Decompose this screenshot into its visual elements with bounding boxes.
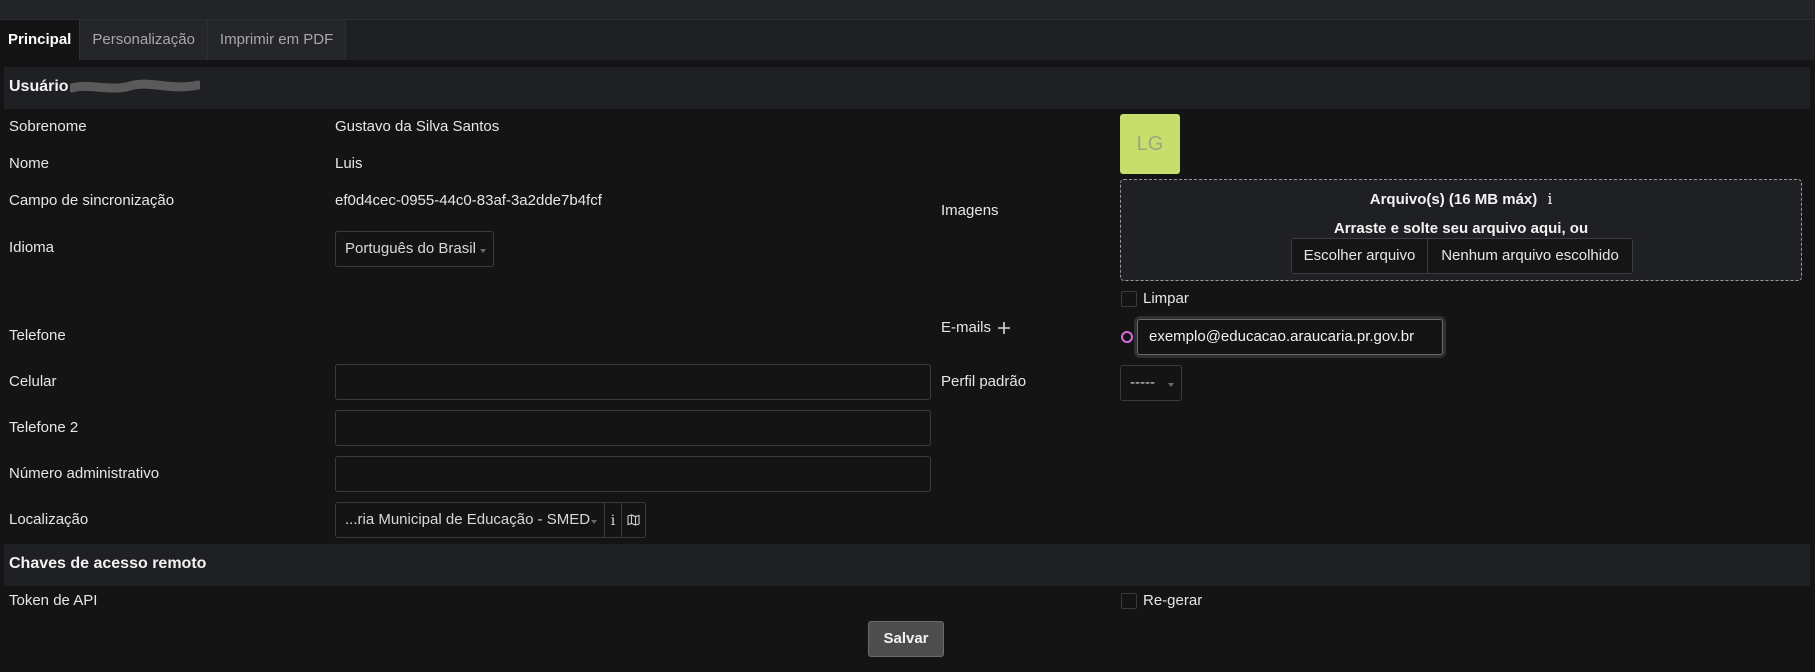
choose-file-button[interactable]: Escolher arquivo — [1291, 238, 1428, 274]
telefone2-input[interactable] — [335, 410, 931, 446]
localizacao-info-button[interactable]: i — [604, 502, 622, 538]
idioma-label: Idioma — [9, 239, 55, 256]
tab-principal[interactable]: Principal — [0, 20, 81, 60]
localizacao-map-button[interactable] — [621, 502, 646, 538]
celular-label: Celular — [9, 373, 57, 390]
no-file-chosen-text: Nenhum arquivo escolhido — [1427, 238, 1633, 274]
email-primary-radio[interactable] — [1121, 331, 1133, 343]
sobrenome-label: Sobrenome — [9, 118, 87, 135]
email-input[interactable]: exemplo@educacao.araucaria.pr.gov.br — [1137, 319, 1443, 355]
localizacao-label: Localização — [9, 511, 89, 528]
tab-personalizacao[interactable]: Personalização — [80, 20, 208, 60]
user-section-title: Usuário — [9, 78, 69, 95]
info-icon[interactable]: i — [1547, 190, 1552, 208]
dropzone-title-text: Arquivo(s) (16 MB máx) — [1369, 191, 1538, 208]
sync-label: Campo de sincronização — [9, 192, 175, 209]
numero-admin-input[interactable] — [335, 456, 931, 492]
regen-checkbox[interactable] — [1121, 593, 1137, 609]
top-bar — [0, 0, 1815, 20]
avatar: LG — [1120, 114, 1180, 174]
perfil-label: Perfil padrão — [941, 373, 1027, 390]
localizacao-select-value: ...ria Municipal de Educação - SMED — [345, 511, 591, 528]
chevron-down-icon — [591, 520, 597, 524]
file-dropzone[interactable]: Arquivo(s) (16 MB máx) i Arraste e solte… — [1120, 179, 1802, 281]
save-button[interactable]: Salvar — [868, 621, 944, 657]
regen-label: Re-gerar — [1143, 592, 1203, 609]
celular-input[interactable] — [335, 364, 931, 400]
map-icon — [627, 514, 640, 526]
idioma-select[interactable]: Português do Brasil — [335, 231, 494, 267]
nome-value: Luis — [335, 155, 363, 172]
dropzone-subtitle: Arraste e solte seu arquivo aqui, ou — [1333, 220, 1589, 237]
localizacao-select[interactable]: ...ria Municipal de Educação - SMED — [335, 502, 605, 538]
chevron-down-icon — [1168, 383, 1174, 387]
idioma-select-value: Português do Brasil — [345, 240, 476, 257]
user-section-header: Usuário — [4, 67, 1810, 109]
remote-keys-section-title: Chaves de acesso remoto — [9, 555, 207, 572]
info-icon: i — [610, 513, 616, 529]
emails-label: E-mails — [941, 319, 992, 336]
telefone-label: Telefone — [9, 327, 66, 344]
sync-value: ef0d4cec-0955-44c0-83af-3a2dde7b4fcf — [335, 192, 602, 209]
clear-label: Limpar — [1143, 290, 1189, 307]
chevron-down-icon — [480, 249, 486, 253]
sobrenome-value: Gustavo da Silva Santos — [335, 118, 500, 135]
clear-checkbox[interactable] — [1121, 291, 1137, 307]
tab-imprimir-pdf[interactable]: Imprimir em PDF — [207, 20, 347, 60]
plus-icon[interactable] — [998, 322, 1010, 334]
imagens-label: Imagens — [941, 202, 999, 219]
redaction-scribble — [70, 79, 200, 93]
tab-bar: Principal Personalização Imprimir em PDF — [0, 20, 1815, 60]
perfil-select[interactable]: ----- — [1120, 365, 1182, 401]
api-token-label: Token de API — [9, 592, 98, 609]
nome-label: Nome — [9, 155, 50, 172]
telefone2-label: Telefone 2 — [9, 419, 79, 436]
perfil-select-value: ----- — [1130, 374, 1155, 391]
dropzone-title: Arquivo(s) (16 MB máx) i — [1121, 190, 1801, 208]
remote-keys-section-header: Chaves de acesso remoto — [4, 544, 1810, 586]
numero-admin-label: Número administrativo — [9, 465, 160, 482]
